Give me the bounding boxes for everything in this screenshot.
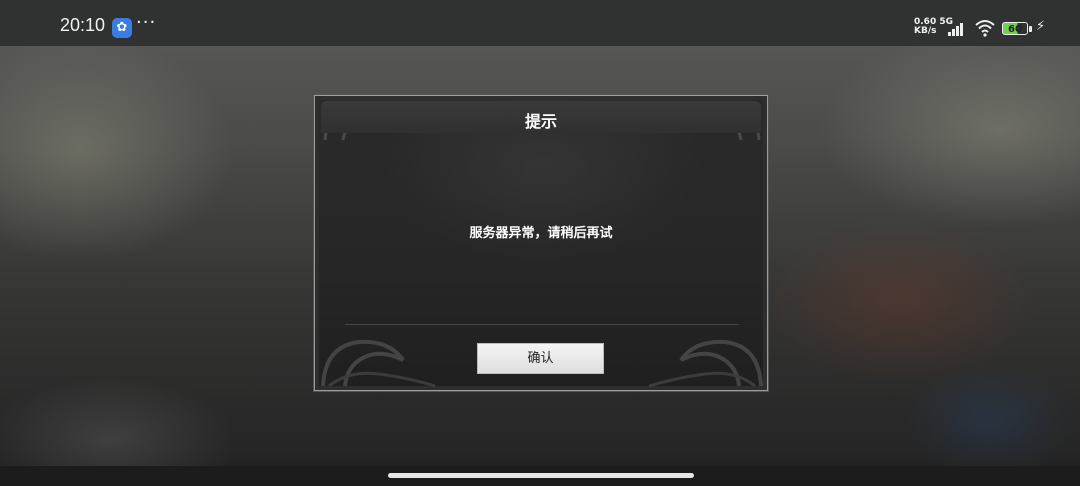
status-time: 20:10 bbox=[60, 15, 106, 35]
battery-level: 60 bbox=[1008, 24, 1022, 35]
dialog-title-bar: 提示 bbox=[321, 101, 761, 133]
signal-icon bbox=[948, 22, 968, 36]
dialog-message: 服务器异常，请稍后再试 bbox=[469, 226, 613, 241]
corner-ornament-bottom-right bbox=[648, 339, 763, 388]
app-notification-icon: ✿ bbox=[112, 18, 132, 38]
alert-dialog: 提示 服务器异常，请稍后再试 确认 bbox=[314, 95, 768, 391]
status-bar: 20:10 ✿ ··· 0.60 5G KB/s 60 ⚡ bbox=[0, 0, 1080, 46]
battery-icon: 60 bbox=[1002, 22, 1028, 35]
wifi-icon bbox=[975, 20, 995, 37]
corner-ornament-bottom-left bbox=[321, 339, 436, 388]
confirm-button[interactable]: 确认 bbox=[477, 343, 604, 374]
charging-icon: ⚡ bbox=[1036, 19, 1046, 34]
dialog-title: 提示 bbox=[524, 112, 557, 131]
battery-cap bbox=[1029, 26, 1032, 32]
dialog-divider bbox=[345, 324, 739, 325]
home-indicator[interactable] bbox=[388, 473, 694, 478]
more-notifications-icon: ··· bbox=[136, 12, 157, 33]
